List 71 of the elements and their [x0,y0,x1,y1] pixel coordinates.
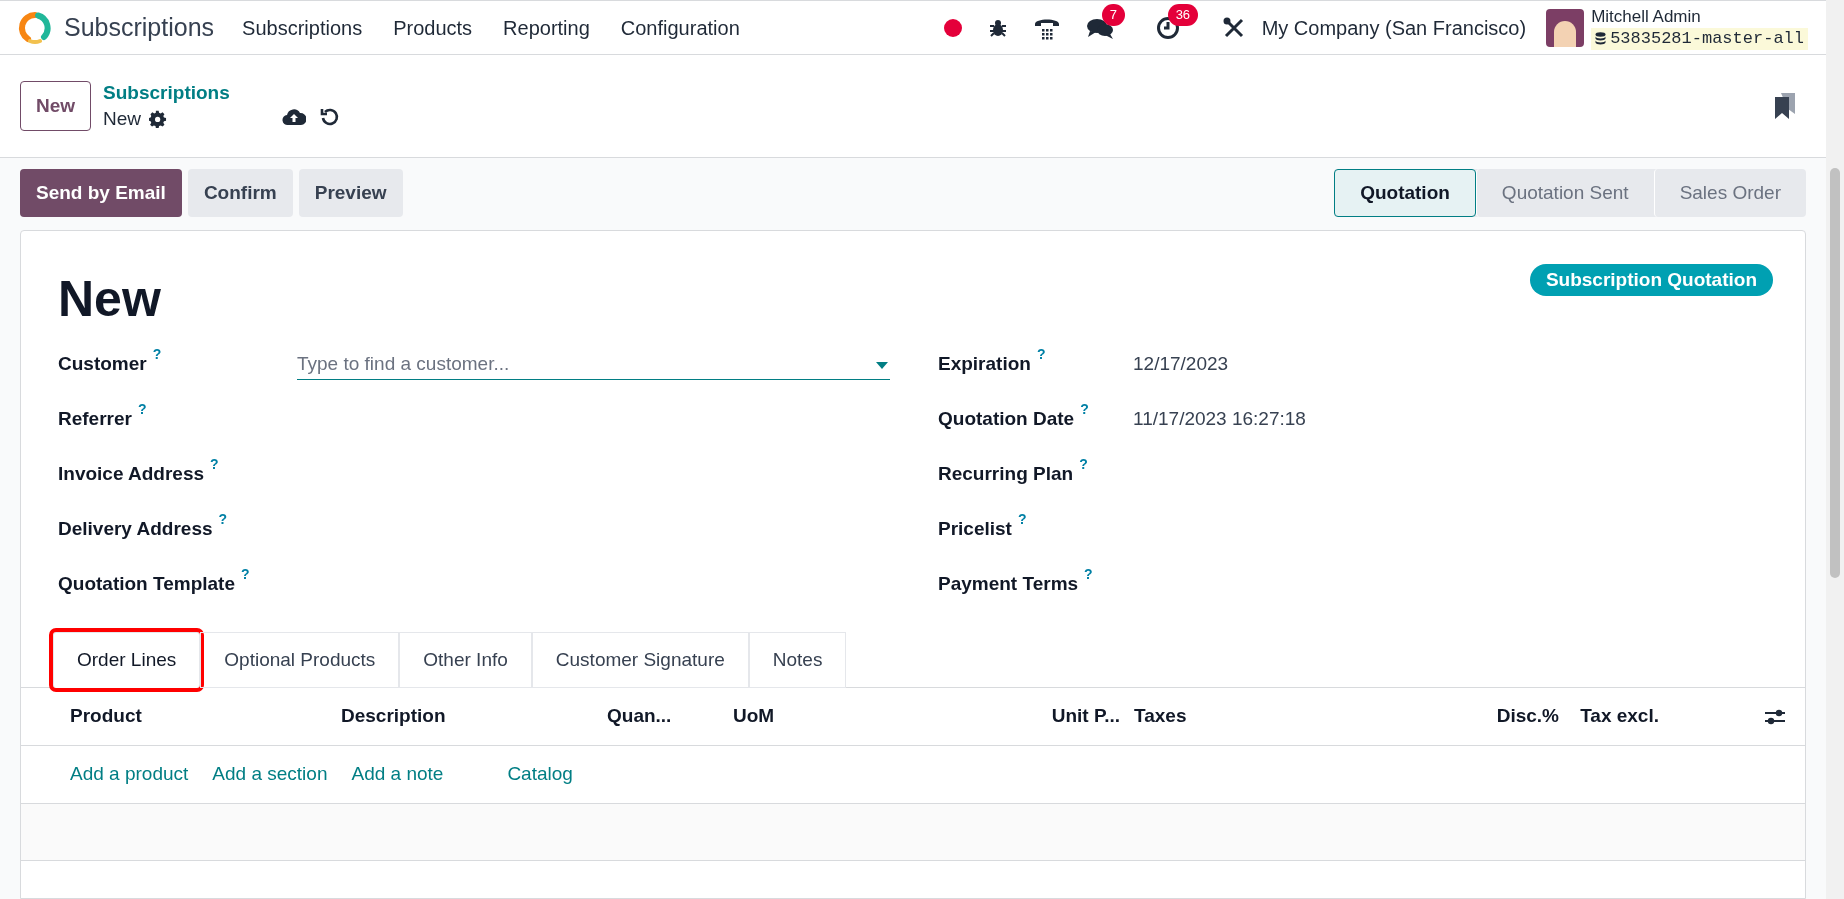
help-tooltip-mark[interactable]: ? [137,401,147,418]
column-header[interactable]: Disc.% [1420,702,1559,731]
cloud-upload-icon[interactable] [281,108,306,126]
field-label: Recurring Plan [938,462,1074,487]
customer-select-field[interactable]: Type to find a customer... [297,349,890,380]
undo-icon[interactable] [319,107,340,127]
help-tooltip-mark[interactable]: ? [1084,566,1093,583]
app-name[interactable]: Subscriptions [64,8,215,47]
field-label: Referrer [58,407,132,432]
form-tab[interactable]: Notes [748,632,847,688]
tools-icon[interactable] [1221,15,1246,40]
help-tooltip-mark[interactable]: ? [1080,401,1089,418]
status-stage[interactable]: Quotation [1334,169,1476,217]
help-tooltip-mark[interactable]: ? [210,456,219,473]
notification-badge: 7 [1101,3,1125,26]
help-tooltip-mark[interactable]: ? [1079,456,1088,473]
add-line-link[interactable]: Add a section [212,760,328,789]
add-line-link[interactable]: Add a product [70,760,189,789]
form-tab[interactable]: Customer Signature [531,632,749,688]
page-scrollbar[interactable] [1826,0,1844,899]
action-button[interactable]: Preview [298,169,403,217]
field-label: Delivery Address [58,517,213,542]
database-icon [1595,32,1607,45]
menu-item[interactable]: Subscriptions [242,12,363,43]
record-title: New [58,270,161,329]
help-tooltip-mark[interactable]: ? [152,346,162,363]
field-value: 11/17/2023 16:27:18 [1133,407,1306,432]
field-label: Quotation Date [938,407,1075,432]
field-label: Payment Terms [938,572,1079,597]
form-tab[interactable]: Other Info [399,632,532,688]
column-header[interactable]: Description [341,702,607,731]
column-header[interactable]: Taxes [1120,702,1420,731]
new-button[interactable]: New [20,81,92,131]
help-tooltip-mark[interactable]: ? [1036,346,1046,363]
help-tooltip-mark[interactable]: ? [241,566,250,583]
column-header[interactable]: Product [70,702,341,731]
settings-icon[interactable] [149,110,168,128]
action-button[interactable]: Send by Email [20,169,182,217]
database-name: 53835281-master-all [1610,27,1804,50]
column-header[interactable]: Quan... [607,702,733,731]
field-value: 12/17/2023 [1133,352,1229,377]
breadcrumb-link[interactable]: Subscriptions [103,80,230,106]
user-name[interactable]: Mitchell Admin [1591,5,1808,28]
column-header[interactable]: Unit P... [1023,702,1120,731]
company-switcher[interactable]: My Company (San Francisco) [1261,12,1527,43]
menu-item[interactable]: Configuration [620,12,740,43]
add-line-link[interactable]: Catalog [507,760,573,789]
field-label: Customer [58,352,147,377]
field-label: Expiration [938,352,1031,377]
status-ribbon: Subscription Quotation [1529,264,1773,296]
column-header[interactable]: UoM [733,702,1023,731]
menu-item[interactable]: Reporting [503,12,590,43]
field-label: Invoice Address [58,462,205,487]
user-avatar[interactable] [1546,8,1585,47]
field-label: Quotation Template [58,572,235,597]
add-line-link[interactable]: Add a note [351,760,444,789]
field-label: Pricelist [938,517,1012,542]
bug-icon[interactable] [987,17,1008,38]
status-stage[interactable]: Sales Order [1653,169,1806,217]
column-header[interactable]: Tax excl. [1559,702,1659,731]
record-name: New [103,107,142,131]
status-stage[interactable]: Quotation Sent [1475,169,1654,217]
help-tooltip-mark[interactable]: ? [1017,511,1027,528]
bookmark-icon[interactable] [1774,92,1796,120]
menu-item[interactable]: Products [393,12,473,43]
column-settings-icon[interactable] [1765,707,1785,726]
action-button[interactable]: Confirm [187,169,293,217]
help-tooltip-mark[interactable]: ? [218,511,228,528]
dropdown-caret-icon [876,361,888,369]
form-tab[interactable]: Optional Products [200,632,400,688]
notification-badge: 36 [1167,3,1199,26]
